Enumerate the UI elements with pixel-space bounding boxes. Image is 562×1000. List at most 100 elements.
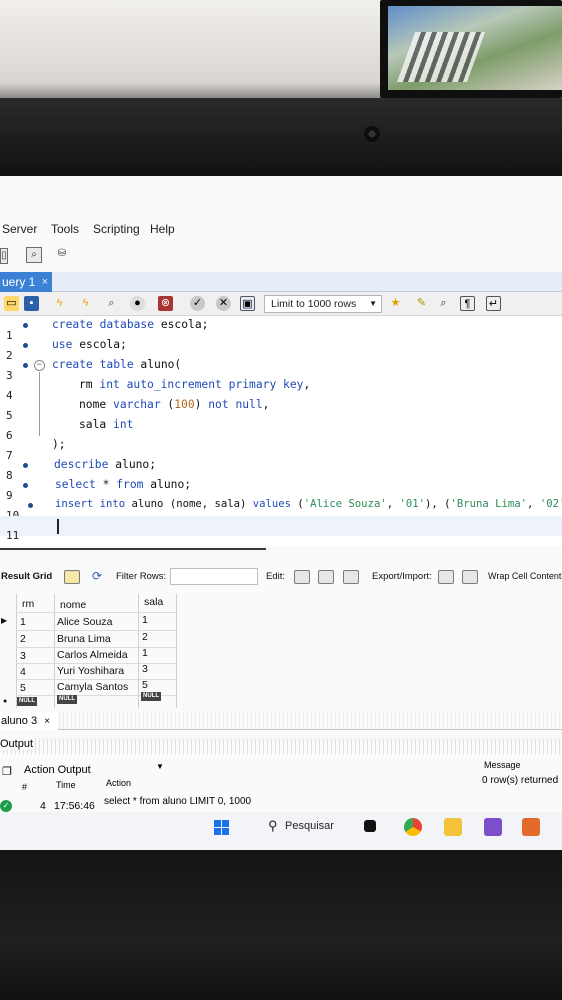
- cell-rm[interactable]: 4: [20, 664, 26, 680]
- menu-tools[interactable]: Tools: [51, 222, 79, 236]
- column-header-rm[interactable]: rm: [22, 596, 34, 612]
- action-output-selector[interactable]: ❐ Action Output ▼: [0, 762, 562, 782]
- visual-studio-icon[interactable]: [484, 818, 502, 836]
- bookmark-star-icon[interactable]: ★: [388, 296, 403, 311]
- filter-rows-input[interactable]: [170, 568, 258, 585]
- edit-label: Edit:: [266, 571, 286, 582]
- beautify-icon[interactable]: ✎: [414, 296, 429, 311]
- autocommit-icon[interactable]: ▣: [240, 296, 255, 311]
- execute-current-icon[interactable]: ϟ: [78, 296, 93, 311]
- file-explorer-icon[interactable]: [444, 818, 462, 836]
- sql-editor[interactable]: 1 create database escola; 2 use escola; …: [0, 316, 562, 546]
- column-header-sala[interactable]: sala: [144, 594, 163, 610]
- result-tabs-bar: aluno 3 ×: [0, 712, 562, 730]
- statement-dot: [23, 363, 28, 368]
- refresh-icon[interactable]: ⟳: [92, 569, 102, 583]
- editor-line: 10 insert into aluno (nome, sala) values…: [0, 496, 562, 522]
- edit-row-icon[interactable]: [294, 570, 310, 584]
- fold-toggle-icon[interactable]: −: [34, 360, 45, 371]
- xampp-icon[interactable]: [522, 818, 540, 836]
- column-header-nome[interactable]: nome: [60, 597, 86, 613]
- export-icon[interactable]: [438, 570, 454, 584]
- result-grid-label[interactable]: Result Grid: [1, 571, 52, 582]
- terminal-icon[interactable]: [364, 820, 376, 832]
- tab-aluno-label: aluno 3: [1, 715, 38, 727]
- wrap-cell-label[interactable]: Wrap Cell Content: [488, 571, 561, 581]
- tab-query-1[interactable]: uery 1 ×: [0, 272, 52, 292]
- cell-rm[interactable]: 3: [20, 648, 26, 664]
- commit-icon[interactable]: ✓: [190, 296, 205, 311]
- null-badge[interactable]: NULL: [141, 692, 161, 701]
- editor-line: 7 );: [0, 436, 562, 462]
- cell-sala[interactable]: 3: [142, 661, 148, 677]
- invisible-chars-icon[interactable]: ¶: [460, 296, 475, 311]
- row-num: 4: [40, 800, 46, 812]
- toggle-error-icon[interactable]: ⊗: [158, 296, 173, 311]
- insert-row-icon[interactable]: [318, 570, 334, 584]
- cell-nome[interactable]: Alice Souza: [57, 614, 112, 630]
- editor-line: 2 use escola;: [0, 336, 562, 362]
- laptop-bezel-bottom: [0, 850, 562, 1000]
- header-message: Message: [484, 760, 521, 770]
- statement-dot: [23, 323, 28, 328]
- wrap-lines-icon[interactable]: ↵: [486, 296, 501, 311]
- cell-sala[interactable]: 1: [142, 645, 148, 661]
- schema-sync-icon[interactable]: ⛁: [54, 247, 70, 263]
- find-icon[interactable]: ⌕: [436, 296, 451, 311]
- open-folder-icon[interactable]: ▭: [4, 296, 19, 311]
- db-icon[interactable]: ▯: [0, 248, 8, 264]
- statement-dot: [23, 463, 28, 468]
- chrome-icon[interactable]: [404, 818, 422, 836]
- tab-query-label: uery 1: [2, 275, 36, 289]
- limit-rows-select[interactable]: Limit to 1000 rows ▼: [264, 295, 382, 313]
- cell-rm[interactable]: 5: [20, 680, 26, 696]
- menu-server[interactable]: Server: [2, 222, 37, 236]
- copy-icon: ❐: [2, 766, 12, 778]
- current-row-marker-icon: ▶: [1, 616, 8, 625]
- search-icon[interactable]: ⚲: [268, 818, 278, 834]
- output-panel-header: Output: [0, 738, 562, 754]
- cell-sala[interactable]: 1: [142, 612, 148, 628]
- cell-sala[interactable]: 5: [142, 677, 148, 693]
- execute-icon[interactable]: ϟ: [52, 296, 67, 311]
- new-row-marker-icon: ●: [3, 698, 8, 705]
- cell-sala[interactable]: 2: [142, 629, 148, 645]
- grid-line: [176, 594, 177, 708]
- cell-nome[interactable]: Bruna Lima: [57, 631, 111, 647]
- windows-start-icon[interactable]: [214, 820, 230, 836]
- delete-row-icon[interactable]: [343, 570, 359, 584]
- row-action: select * from aluno LIMIT 0, 1000: [104, 796, 252, 807]
- code-text: insert into aluno (nome, sala) values ('…: [55, 498, 562, 510]
- code-text: );: [52, 438, 66, 451]
- cell-nome[interactable]: Yuri Yoshihara: [57, 663, 124, 679]
- code-text: rm int auto_increment primary key,: [79, 378, 311, 391]
- cell-nome[interactable]: Camyla Santos: [57, 679, 128, 695]
- menu-help[interactable]: Help: [150, 222, 175, 236]
- rollback-icon[interactable]: ✕: [216, 296, 231, 311]
- menu-scripting[interactable]: Scripting: [93, 222, 140, 236]
- null-badge[interactable]: NULL: [17, 697, 37, 706]
- laptop-screen: Server Tools Scripting Help ▯ ⌕ ⛁ uery 1…: [0, 176, 562, 852]
- tab-aluno-3[interactable]: aluno 3 ×: [0, 712, 58, 730]
- close-icon[interactable]: ×: [42, 272, 48, 292]
- cell-rm[interactable]: 2: [20, 631, 26, 647]
- statement-dot: [28, 503, 33, 508]
- grid-line: [16, 612, 176, 613]
- stop-icon[interactable]: ●: [130, 296, 145, 311]
- inspector-icon[interactable]: ⌕: [26, 247, 42, 263]
- explain-icon[interactable]: ⌕: [104, 296, 119, 311]
- action-output-label: Action Output: [24, 764, 91, 776]
- editor-line: 6 sala int: [0, 416, 562, 442]
- close-icon[interactable]: ×: [44, 716, 50, 727]
- cell-nome[interactable]: Carlos Almeida: [57, 647, 128, 663]
- taskbar-search-label[interactable]: Pesquisar: [285, 820, 334, 832]
- save-icon[interactable]: ▪: [24, 296, 39, 311]
- chevron-down-icon[interactable]: ▼: [156, 762, 164, 771]
- grid-icon[interactable]: [64, 570, 80, 584]
- null-badge[interactable]: NULL: [57, 695, 77, 704]
- result-toolbar: Result Grid ⟳ Filter Rows: Edit: Export/…: [0, 568, 562, 590]
- pane-splitter[interactable]: [0, 548, 266, 552]
- cell-rm[interactable]: 1: [20, 614, 26, 630]
- chevron-down-icon: ▼: [369, 299, 377, 308]
- import-icon[interactable]: [462, 570, 478, 584]
